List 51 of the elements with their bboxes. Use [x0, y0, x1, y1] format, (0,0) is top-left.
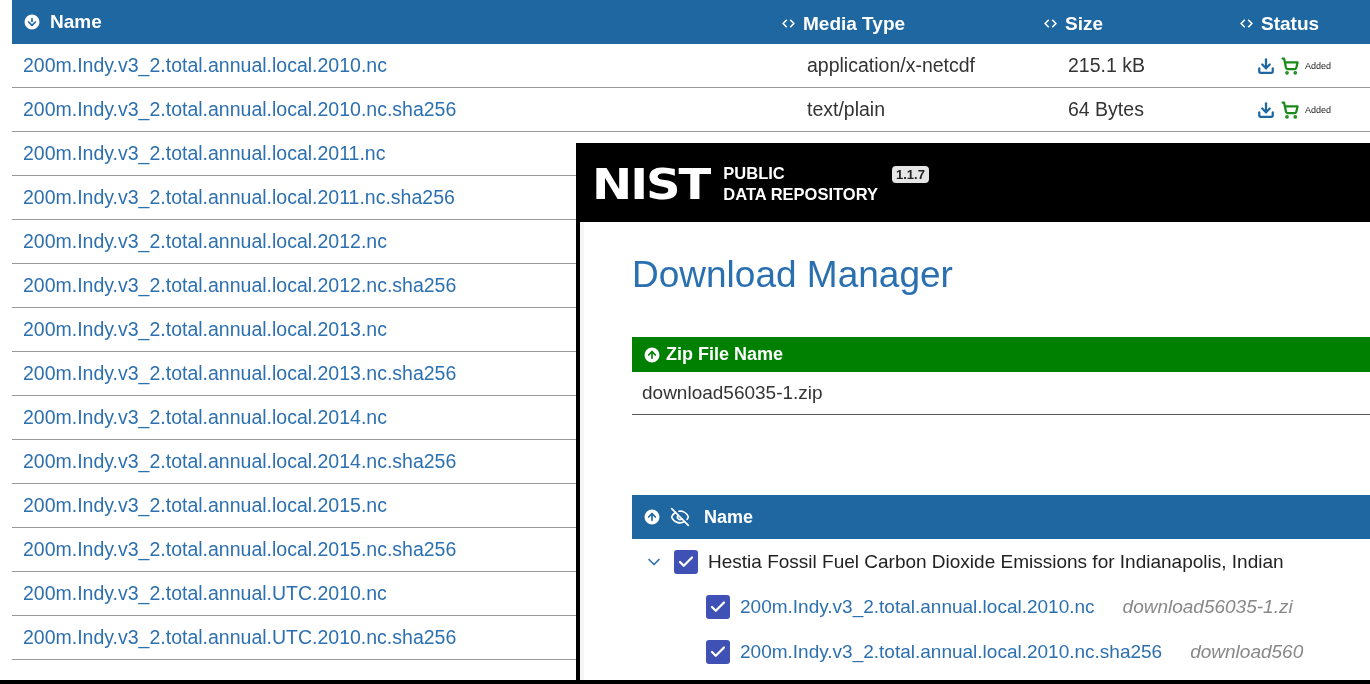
- column-header[interactable]: Media Type: [803, 9, 906, 35]
- file-link[interactable]: 200m.Indy.v3_2.total.annual.local.2012.nc.sha256: [23, 274, 457, 297]
- tree-header-text: Name: [704, 506, 754, 528]
- checkbox[interactable]: [674, 549, 698, 574]
- zip-header-text: Zip File Name: [666, 344, 784, 365]
- file-link[interactable]: 200m.Indy.v3_2.total.annual.local.2014.nc: [23, 406, 387, 429]
- file-link[interactable]: 200m.Indy.v3_2.total.annual.local.2013.nc: [23, 318, 387, 341]
- file-link[interactable]: 200m.Indy.v3_2.total.annual.local.2010.nc: [23, 54, 387, 77]
- file-size: 64 Bytes: [1068, 98, 1145, 121]
- sort-icon[interactable]: [22, 12, 42, 32]
- file-link[interactable]: 200m.Indy.v3_2.total.annual.local.2015.nc: [23, 494, 387, 517]
- sort-icon[interactable]: [642, 507, 662, 527]
- file-name: 200m.Indy.v3_2.total.annual.local.2010.nc.sha256: [740, 640, 1163, 663]
- file-link[interactable]: 200m.Indy.v3_2.total.annual.local.2011.nc.sha256: [23, 186, 455, 209]
- status-text: Added: [1305, 60, 1332, 71]
- download-icon[interactable]: [1257, 100, 1275, 119]
- cart-icon[interactable]: [1281, 100, 1299, 119]
- checkbox[interactable]: [706, 594, 730, 619]
- file-name: 200m.Indy.v3_2.total.annual.local.2010.nc: [740, 595, 1095, 618]
- column-toggle-icon[interactable]: [1044, 17, 1057, 30]
- column-header[interactable]: Size: [1065, 9, 1104, 35]
- brand-text: PUBLIC: [723, 163, 786, 184]
- file-link[interactable]: 200m.Indy.v3_2.total.annual.local.2012.nc: [23, 230, 387, 253]
- eye-slash-icon[interactable]: [670, 507, 690, 527]
- version-badge: 1.1.7: [891, 166, 929, 183]
- file-link[interactable]: 200m.Indy.v3_2.total.annual.local.2015.nc.sha256: [23, 538, 457, 561]
- file-link[interactable]: 200m.Indy.v3_2.total.annual.local.2013.nc.sha256: [23, 362, 457, 385]
- media-type: text/plain: [807, 98, 887, 121]
- brand-text: DATA REPOSITORY: [723, 184, 878, 205]
- file-link[interactable]: 200m.Indy.v3_2.total.annual.local.2014.nc.sha256: [23, 450, 457, 473]
- file-link[interactable]: 200m.Indy.v3_2.total.annual.local.2011.nc: [23, 142, 386, 165]
- cart-icon[interactable]: [1281, 56, 1299, 75]
- logo: NIST: [592, 158, 710, 210]
- sort-icon[interactable]: [642, 344, 662, 365]
- file-size: 215.1 kB: [1068, 54, 1146, 77]
- file-link[interactable]: 200m.Indy.v3_2.total.annual.UTC.2010.nc: [23, 582, 387, 605]
- column-toggle-icon[interactable]: [782, 17, 795, 30]
- zip-file-name: download56035-1.zi: [1122, 595, 1293, 618]
- zip-file-name: download560: [1190, 640, 1304, 663]
- page-title: Download Manager: [632, 254, 954, 296]
- dataset-title: Hestia Fossil Fuel Carbon Dioxide Emissions for Indianapolis, Indian: [708, 550, 1284, 573]
- download-icon[interactable]: [1257, 56, 1275, 75]
- checkbox[interactable]: [706, 639, 730, 664]
- column-toggle-icon[interactable]: [1240, 17, 1253, 30]
- file-link[interactable]: 200m.Indy.v3_2.total.annual.local.2010.nc.sha256: [23, 98, 457, 121]
- zip-name: download56035-1.zip: [632, 372, 1370, 415]
- column-header[interactable]: Name: [50, 11, 102, 33]
- file-link[interactable]: 200m.Indy.v3_2.total.annual.UTC.2010.nc.sha256: [23, 626, 457, 649]
- column-header[interactable]: Status: [1261, 9, 1320, 35]
- status-text: Added: [1305, 104, 1332, 115]
- media-type: application/x-netcdf: [807, 54, 977, 77]
